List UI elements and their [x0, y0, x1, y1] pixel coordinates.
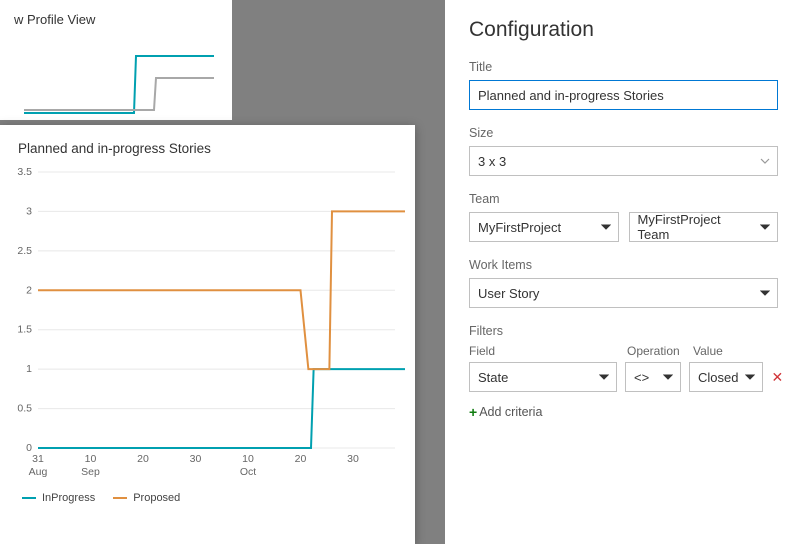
field-title: Title — [469, 60, 778, 110]
filters-head-field: Field — [469, 344, 617, 358]
svg-text:10: 10 — [85, 453, 97, 465]
remove-filter-icon[interactable]: ✕ — [771, 369, 783, 386]
label-filters: Filters — [469, 324, 778, 338]
svg-text:20: 20 — [137, 453, 149, 465]
filters-header-row: Field Operation Value — [469, 344, 778, 358]
label-size: Size — [469, 126, 778, 140]
plus-icon: + — [469, 404, 477, 420]
legend-item-inprogress: InProgress — [22, 492, 95, 504]
size-select[interactable]: 3 x 3 — [469, 146, 778, 176]
chart-legend: InProgress Proposed — [22, 492, 397, 504]
title-input[interactable] — [469, 80, 778, 110]
ghost-mini-chart — [14, 38, 218, 128]
svg-text:Aug: Aug — [29, 466, 48, 478]
field-work-items: Work Items User Story — [469, 258, 778, 308]
configuration-panel: Configuration Title Size 3 x 3 Team MyFi… — [445, 0, 800, 544]
legend-label: InProgress — [42, 492, 95, 504]
filters-head-value: Value — [693, 344, 778, 358]
filter-field-select[interactable]: State — [469, 362, 617, 392]
legend-label: Proposed — [133, 492, 180, 504]
svg-text:30: 30 — [347, 453, 359, 465]
field-filters: Filters Field Operation Value State <> C… — [469, 324, 778, 422]
legend-swatch-icon — [22, 497, 36, 499]
svg-text:Sep: Sep — [81, 466, 100, 478]
svg-text:2.5: 2.5 — [17, 245, 32, 257]
filter-operation-value: <> — [634, 370, 649, 385]
filter-field-value: State — [478, 370, 508, 385]
svg-text:0.5: 0.5 — [17, 403, 32, 415]
filter-value-value: Closed — [698, 370, 738, 385]
filter-value-select[interactable]: Closed — [689, 362, 763, 392]
project-value: MyFirstProject — [478, 220, 561, 235]
add-criteria-button[interactable]: + Add criteria — [469, 404, 542, 420]
team-value: MyFirstProject Team — [638, 212, 754, 242]
svg-text:2: 2 — [26, 284, 32, 296]
filter-row: State <> Closed ✕ — [469, 362, 778, 392]
svg-text:3.5: 3.5 — [17, 166, 32, 178]
svg-text:20: 20 — [295, 453, 307, 465]
work-items-select[interactable]: User Story — [469, 278, 778, 308]
add-criteria-label: Add criteria — [479, 405, 542, 419]
legend-swatch-icon — [113, 497, 127, 499]
svg-text:Oct: Oct — [240, 466, 256, 478]
svg-text:1.5: 1.5 — [17, 324, 32, 336]
project-select[interactable]: MyFirstProject — [469, 212, 619, 242]
work-items-value: User Story — [478, 286, 539, 301]
svg-text:10: 10 — [242, 453, 254, 465]
team-select[interactable]: MyFirstProject Team — [629, 212, 779, 242]
ghost-widget-title: w Profile View — [14, 12, 218, 27]
size-value: 3 x 3 — [478, 154, 506, 169]
svg-text:1: 1 — [26, 363, 32, 375]
chart-preview-modal: Planned and in-progress Stories 00.511.5… — [0, 125, 415, 544]
ghost-widget-card: w Profile View — [0, 0, 232, 120]
filters-head-operation: Operation — [627, 344, 683, 358]
chart-plot: 00.511.522.533.531Aug10Sep203010Oct2030 — [10, 166, 405, 486]
config-heading: Configuration — [469, 18, 778, 42]
field-team: Team MyFirstProject MyFirstProject Team — [469, 192, 778, 242]
legend-item-proposed: Proposed — [113, 492, 180, 504]
svg-text:30: 30 — [190, 453, 202, 465]
label-work-items: Work Items — [469, 258, 778, 272]
label-team: Team — [469, 192, 778, 206]
svg-text:31: 31 — [32, 453, 44, 465]
chart-title: Planned and in-progress Stories — [18, 141, 397, 156]
filter-operation-select[interactable]: <> — [625, 362, 681, 392]
field-size: Size 3 x 3 — [469, 126, 778, 176]
label-title: Title — [469, 60, 778, 74]
svg-text:3: 3 — [26, 205, 32, 217]
